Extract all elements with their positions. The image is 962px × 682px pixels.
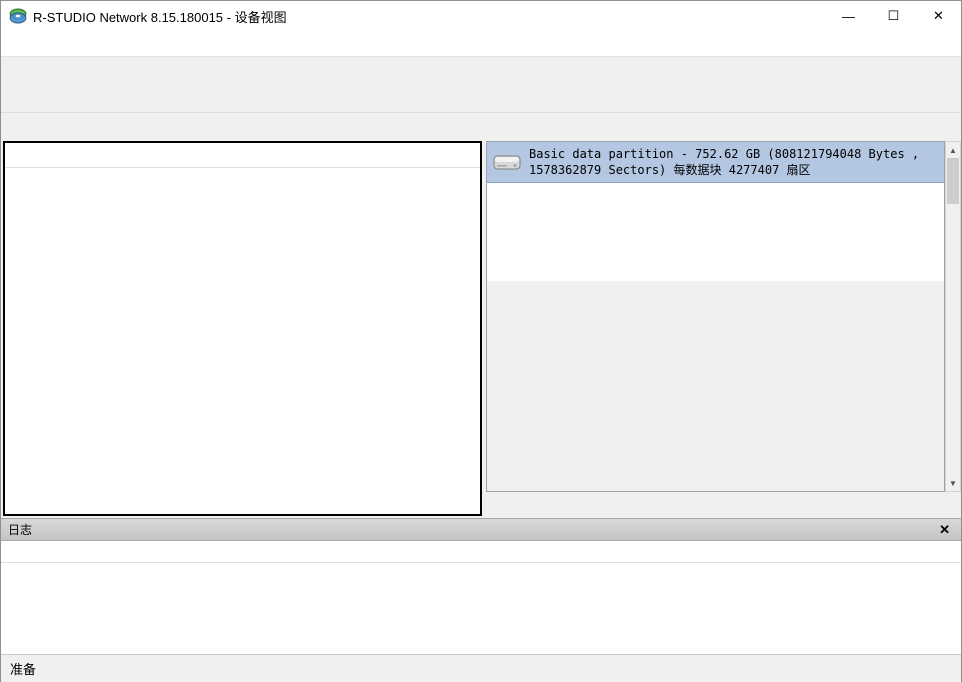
info-scrollbar[interactable]: ▲ ▼ [945,141,961,492]
log-table-header [1,541,961,563]
log-close-icon[interactable]: ✕ [935,522,954,538]
scrollbar-track[interactable] [946,158,960,475]
status-bar: 准备 [1,654,961,682]
title-bar: R-STUDIO Network 8.15.180015 - 设备视图 — ☐ … [1,1,961,31]
minimize-button[interactable]: — [826,1,871,31]
toolbar [1,57,961,113]
main-area: Basic data partition - 752.62 GB (808121… [1,140,961,518]
device-tree-panel [3,141,482,516]
harddrive-icon [493,151,523,173]
scan-block-map [487,183,944,281]
app-icon [9,7,27,25]
menu-bar [1,31,961,57]
view-tab-bar [1,113,961,140]
scrollbar-thumb[interactable] [947,158,959,204]
partition-info-text: Basic data partition - 752.62 GB (808121… [529,146,938,178]
log-panel: 日志 ✕ [1,518,961,654]
scroll-down-arrow[interactable]: ▼ [946,475,960,491]
status-text: 准备 [10,659,36,678]
scroll-up-arrow[interactable]: ▲ [946,142,960,158]
close-button[interactable]: ✕ [916,1,961,31]
device-table-header [5,143,480,168]
scan-info-panel: Basic data partition - 752.62 GB (808121… [486,141,961,516]
log-title: 日志 [8,521,935,538]
scan-legend [487,281,944,290]
partition-info-header: Basic data partition - 752.62 GB (808121… [487,142,944,183]
window-title: R-STUDIO Network 8.15.180015 - 设备视图 [33,7,826,26]
log-title-bar: 日志 ✕ [1,519,961,541]
info-tab-bar [486,492,488,516]
scan-info-content: Basic data partition - 752.62 GB (808121… [486,141,945,492]
maximize-button[interactable]: ☐ [871,1,916,31]
